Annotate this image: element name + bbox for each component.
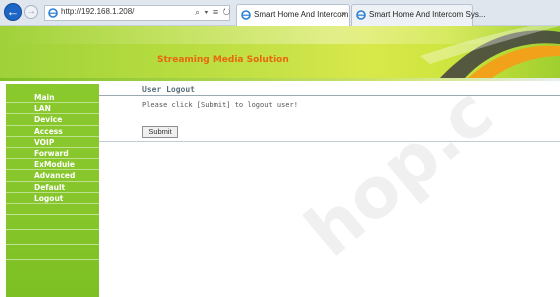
sidebar-menu: Main LAN Device Access VOIP Forward ExMo… [6, 92, 99, 204]
browser-toolbar: ← → http://192.168.1.208/ ⌕ ▾ ≡ ↻ Smart … [0, 0, 560, 26]
search-icon[interactable]: ⌕ ▾ ≡ ↻ [195, 7, 231, 18]
tab-label: Smart Home And Intercom Sys... [369, 10, 486, 19]
close-icon[interactable]: × [341, 9, 346, 19]
sidebar-divider [6, 229, 99, 230]
browser-window: ← → http://192.168.1.208/ ⌕ ▾ ≡ ↻ Smart … [0, 0, 560, 297]
address-bar[interactable]: http://192.168.1.208/ ⌕ ▾ ≡ ↻ [44, 5, 230, 21]
page-title: User Logout [142, 85, 195, 94]
sidebar-item-advanced[interactable]: Advanced [6, 170, 99, 182]
back-arrow-icon[interactable]: ← [4, 3, 22, 21]
sidebar-item-default[interactable]: Default [6, 182, 99, 193]
sidebar-divider [6, 244, 99, 245]
sidebar-item-main[interactable]: Main [6, 92, 99, 104]
ie-logo-icon [48, 8, 58, 18]
ie-logo-icon [356, 10, 366, 20]
ie-logo-icon [241, 10, 251, 20]
sidebar-item-exmodule[interactable]: ExModule [6, 159, 99, 171]
sidebar: Main LAN Device Access VOIP Forward ExMo… [6, 84, 99, 297]
header-title: Streaming Media Solution [157, 55, 289, 65]
sidebar-item-logout[interactable]: Logout [6, 193, 99, 204]
tab-smart-home-2[interactable]: Smart Home And Intercom Sys... [351, 4, 485, 26]
submit-button[interactable]: Submit [142, 126, 178, 138]
sidebar-divider [6, 214, 99, 215]
banner-stripe [0, 78, 560, 81]
sidebar-item-lan[interactable]: LAN [6, 103, 99, 115]
sidebar-item-device[interactable]: Device [6, 114, 99, 126]
sidebar-item-access[interactable]: Access [6, 126, 99, 137]
logout-message: Please click [Submit] to logout user! [142, 101, 298, 109]
sidebar-item-forward[interactable]: Forward [6, 148, 99, 160]
sidebar-item-voip[interactable]: VOIP [6, 137, 99, 148]
banner-graphic [420, 26, 560, 78]
sidebar-divider [6, 259, 99, 260]
title-divider [99, 95, 560, 96]
address-url[interactable]: http://192.168.1.208/ [61, 7, 134, 16]
watermark: hop.c [290, 71, 509, 273]
tab-smart-home-1[interactable]: Smart Home And Intercom ... × [236, 4, 357, 26]
forward-arrow-icon[interactable]: → [24, 5, 38, 19]
